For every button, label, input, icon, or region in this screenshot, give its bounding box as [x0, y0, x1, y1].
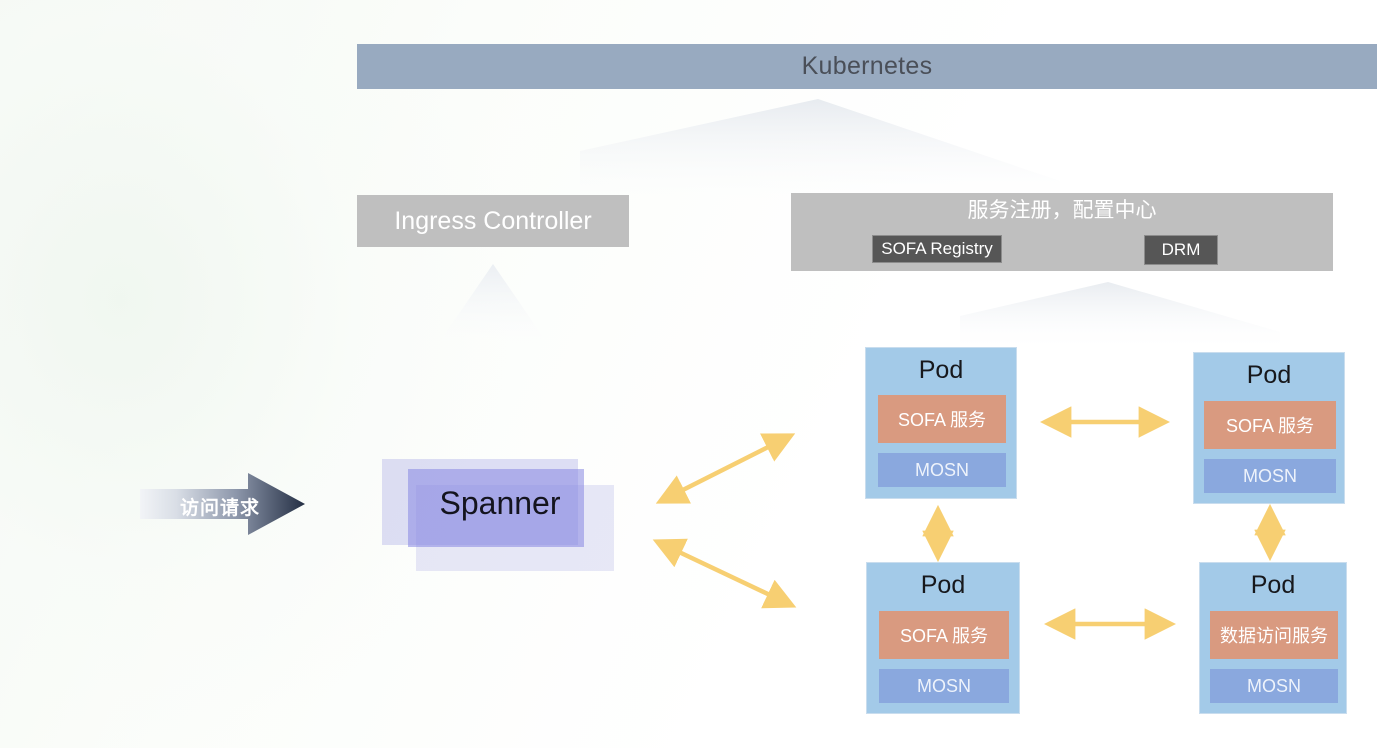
connector-arrows: [652, 406, 1286, 640]
connector-spanner-pod-top: [655, 433, 796, 504]
architecture-diagram: Kubernetes Ingress Controller 服务注册，配置中心 …: [0, 0, 1400, 748]
connector-spanner-pod-bottom: [652, 538, 797, 609]
